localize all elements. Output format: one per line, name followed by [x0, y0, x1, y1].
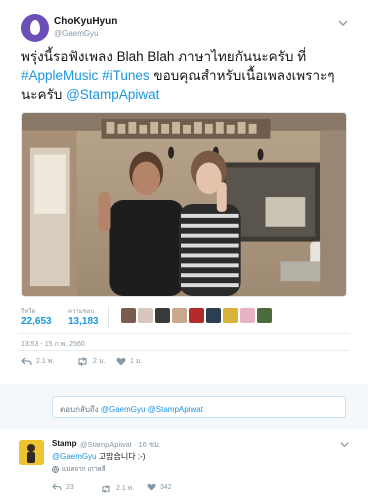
reply-mentions: @GaemGyu @StampApiwat: [100, 405, 203, 414]
reply-mention[interactable]: @GaemGyu: [52, 452, 97, 461]
tweet-text: พรุ่งนี้รอฟังเพลง Blah Blah ภาษาไทยกันนะ…: [21, 47, 351, 104]
reply-count: 2.1 พ.: [36, 358, 55, 365]
liker-avatar[interactable]: [240, 308, 255, 323]
retweets-count[interactable]: 22,653: [21, 316, 52, 327]
reply-icon: [21, 357, 32, 366]
like-count: 1 ม.: [130, 358, 143, 365]
reply-text: @GaemGyu 고맙습니다 :-): [52, 452, 146, 461]
liker-avatar[interactable]: [172, 308, 187, 323]
liker-avatar[interactable]: [138, 308, 153, 323]
tweet-text-part1: พรุ่งนี้รอฟังเพลง Blah Blah ภาษาไทยกันนะ…: [21, 49, 307, 64]
retweets-label: รีทวีต: [21, 309, 36, 315]
liker-avatar[interactable]: [155, 308, 170, 323]
reply-author-avatar[interactable]: [19, 440, 44, 465]
liker-avatar[interactable]: [206, 308, 221, 323]
tweet-actions: 2.1 พ. 2 ม. 1 ม.: [21, 356, 221, 370]
reply-composer-area: ตอบกลับถึง @GaemGyu @StampApiwat: [0, 384, 368, 430]
like-button[interactable]: 1 ม.: [116, 356, 142, 367]
likes-label: ความชอบ: [68, 309, 95, 315]
reply-retweet-button[interactable]: 2.1 พ.: [100, 483, 134, 494]
chevron-down-icon[interactable]: [340, 440, 349, 449]
reply-actions: 23 2.1 พ. 342: [52, 483, 202, 495]
author-avatar[interactable]: [21, 14, 49, 42]
reply-icon: [52, 483, 62, 491]
hashtag-applemusic[interactable]: #AppleMusic: [21, 68, 98, 83]
tweet-timestamp[interactable]: 13:53 - 15 ก.พ. 2560: [21, 339, 85, 350]
retweet-button[interactable]: 2 ม.: [76, 356, 105, 367]
translate-link[interactable]: แปลจาก เกาหลี: [52, 464, 106, 474]
retweet-icon: [78, 357, 87, 366]
egg-avatar-icon: [30, 20, 40, 35]
mention-stampapiwat[interactable]: @StampApiwat: [66, 87, 159, 102]
liker-avatar[interactable]: [257, 308, 272, 323]
reply-author-name[interactable]: Stamp: [52, 439, 76, 448]
retweet-count: 2 ม.: [93, 358, 106, 365]
chevron-down-icon[interactable]: [338, 18, 348, 28]
liker-avatar[interactable]: [223, 308, 238, 323]
reply-tweet[interactable]: Stamp @StampApiwat · 16 ชม. @GaemGyu 고맙습…: [0, 430, 368, 500]
liker-avatar[interactable]: [121, 308, 136, 323]
divider: [18, 350, 350, 351]
divider: [18, 333, 350, 334]
hashtag-itunes[interactable]: #iTunes: [102, 68, 150, 83]
liker-avatar[interactable]: [189, 308, 204, 323]
retweet-icon: [102, 484, 110, 493]
tweet-photo[interactable]: [21, 112, 347, 297]
reply-like-button[interactable]: 342: [147, 483, 172, 491]
reply-input[interactable]: ตอบกลับถึง @GaemGyu @StampApiwat: [52, 396, 346, 418]
heart-icon: [116, 357, 126, 366]
heart-icon: [147, 483, 156, 491]
reply-button[interactable]: 2.1 พ.: [21, 356, 54, 367]
author-handle[interactable]: @GaemGyu: [54, 29, 99, 38]
reply-author-handle[interactable]: @StampApiwat · 16 ชม.: [80, 439, 161, 451]
likes-count[interactable]: 13,183: [68, 316, 99, 327]
reply-reply-button[interactable]: 23: [52, 483, 74, 491]
stats-divider: [108, 306, 109, 328]
globe-icon: [52, 465, 59, 473]
author-name[interactable]: ChoKyuHyun: [54, 16, 117, 27]
